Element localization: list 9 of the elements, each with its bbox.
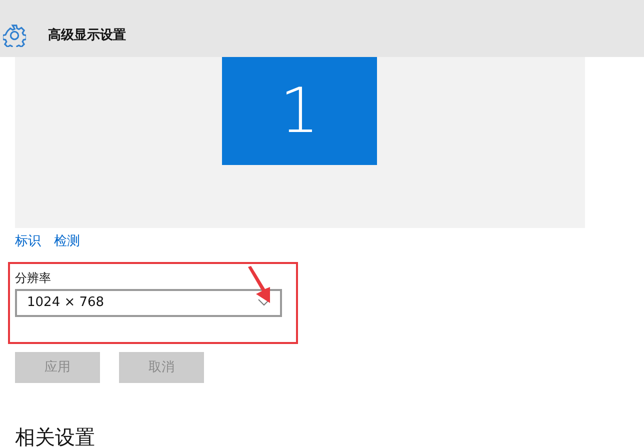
page-title: 高级显示设置: [48, 26, 126, 45]
link[interactable]: 检测: [54, 232, 80, 252]
section-heading: 相关设置: [14, 424, 96, 447]
chevron-down-icon: [258, 299, 270, 306]
settings-icon: [3, 24, 26, 47]
field-label: 分辨率: [15, 270, 52, 286]
link[interactable]: 标识: [15, 232, 41, 252]
resolution-dropdown[interactable]: 1024 × 768: [15, 288, 282, 316]
monitor-tile[interactable]: 1: [222, 57, 377, 165]
